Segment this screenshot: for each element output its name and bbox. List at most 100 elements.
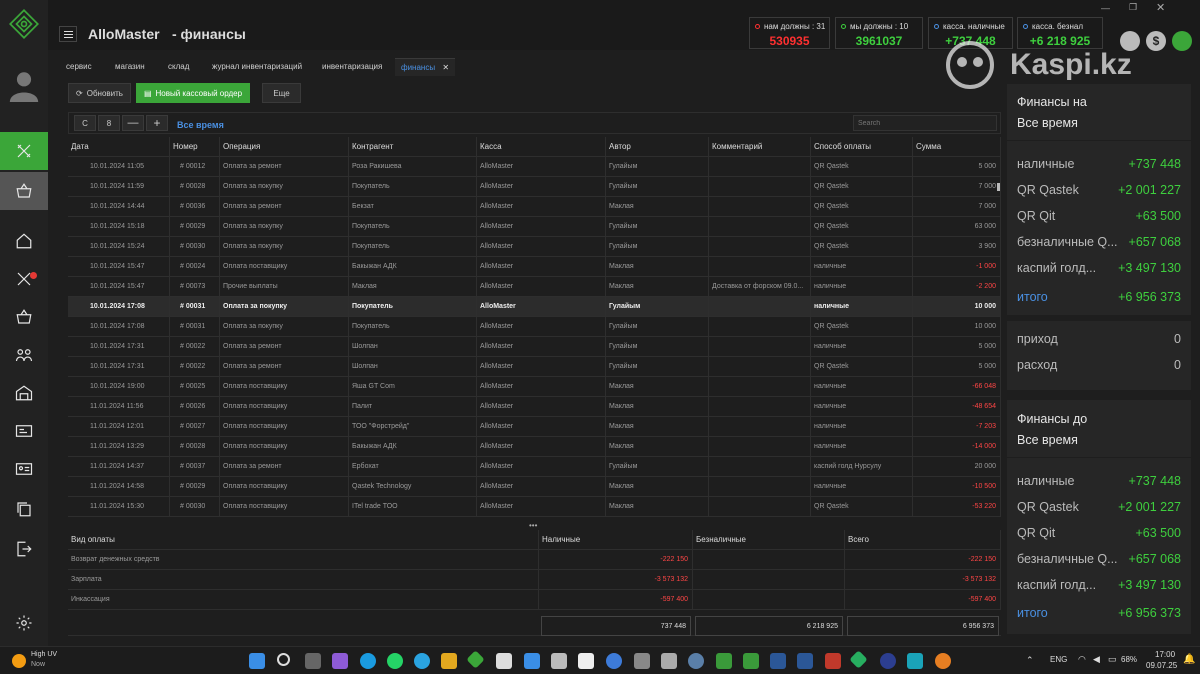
copilot-icon[interactable] [332,653,348,669]
table-row[interactable]: 11.01.2024 13:29 # 00028 Оплата поставщику… [68,437,1001,457]
column-header[interactable]: Автор [606,137,709,157]
app-icon[interactable] [849,650,868,669]
nav-settings[interactable] [0,604,48,642]
table-row[interactable]: 10.01.2024 15:18 # 00029 Оплата за покупку… [68,217,1001,237]
period-link[interactable]: Все время [177,120,224,130]
minus-button[interactable]: — [122,115,144,131]
close-icon[interactable]: ✕ [1156,1,1165,14]
app-icon[interactable] [551,653,567,669]
nav-shop[interactable] [0,172,48,210]
app-icon[interactable] [797,653,813,669]
windows-start-icon[interactable] [249,653,265,669]
app-icon[interactable] [688,653,704,669]
nav-tools-active[interactable] [0,132,48,170]
table-row[interactable]: 10.01.2024 15:24 # 00030 Оплата за покупку… [68,237,1001,257]
table-row[interactable]: 10.01.2024 17:08 # 00031 Оплата за покупку… [68,297,1001,317]
app-icon[interactable] [606,653,622,669]
column-header[interactable]: Номер [170,137,220,157]
column-header[interactable]: Касса [477,137,606,157]
table-row[interactable]: 10.01.2024 11:05 # 00012 Оплата за ремонт Р… [68,157,1001,177]
nav-home[interactable] [0,222,48,260]
refresh-button[interactable]: ⟳ Обновить [68,83,131,103]
chevron-up-icon[interactable]: ⌃ [1026,655,1034,666]
telegram-icon[interactable] [414,653,430,669]
app-icon[interactable] [770,653,786,669]
allomaster-icon[interactable] [466,650,485,669]
search-input[interactable] [853,115,997,131]
edge-icon[interactable] [360,653,376,669]
column-header[interactable]: Сумма [913,137,1001,157]
tab-close-icon[interactable]: ✕ [442,63,449,72]
nav-warehouse[interactable] [0,374,48,412]
clock-time[interactable]: 17:00 [1155,650,1175,659]
app-icon[interactable] [716,653,732,669]
splitter-handle[interactable]: ••• [529,521,537,530]
column-header[interactable]: Комментарий [709,137,811,157]
table-row[interactable]: 10.01.2024 17:31 # 00022 Оплата за ремонт Ш… [68,337,1001,357]
date-from-button[interactable]: С [74,115,96,131]
tab-inventory[interactable]: инвентаризация [322,62,382,71]
nav-service[interactable] [0,260,48,298]
notifications-icon[interactable]: 🔔 [1183,654,1195,665]
table-row[interactable]: 11.01.2024 11:56 # 00026 Оплата поставщику… [68,397,1001,417]
column-header[interactable]: Дата [68,137,170,157]
table-row[interactable]: 10.01.2024 11:59 # 00028 Оплата за покупку… [68,177,1001,197]
table-row[interactable]: 10.01.2024 19:00 # 00025 Оплата поставщику… [68,377,1001,397]
table-row[interactable]: 11.01.2024 15:30 # 00030 Оплата поставщику… [68,497,1001,517]
date-to-button[interactable]: 8 [98,115,120,131]
table-row[interactable]: 10.01.2024 17:08 # 00031 Оплата за покупку… [68,317,1001,337]
battery-icon[interactable]: ▭ [1108,654,1117,665]
wifi-icon[interactable]: ◠ [1078,654,1086,665]
app-icon[interactable] [935,653,951,669]
nav-contacts[interactable] [0,450,48,488]
nav-clients[interactable] [0,336,48,374]
app-icon[interactable] [661,653,677,669]
new-cash-order-button[interactable]: ▤ Новый кассовый ордер [136,83,250,103]
nav-copies[interactable] [0,490,48,528]
nav-cards[interactable] [0,412,48,450]
stat-we-owe[interactable]: мы должны : 10 3961037 [835,17,923,49]
grid-scrollbar[interactable] [997,183,1000,191]
hamburger-menu-icon[interactable] [59,26,77,42]
nav-export[interactable] [0,530,48,568]
more-button[interactable]: Еще [262,83,301,103]
task-view-icon[interactable] [305,653,321,669]
app-icon[interactable] [524,653,540,669]
summary-row[interactable]: Возврат денежных средств -222 150 -222 150 [68,550,1001,570]
column-header[interactable]: Способ оплаты [811,137,913,157]
table-row[interactable]: 11.01.2024 12:01 # 00027 Оплата поставщику… [68,417,1001,437]
weather-title[interactable]: High UV [31,651,57,658]
arduino-icon[interactable] [907,653,923,669]
summary-row[interactable]: Инкассация -597 400 -597 400 [68,590,1001,610]
search-icon[interactable] [277,653,290,666]
whatsapp-icon[interactable] [387,653,403,669]
language-indicator[interactable]: ENG [1050,655,1067,664]
tab-inventory-log[interactable]: журнал инвентаризаций [212,62,302,71]
column-header[interactable]: Операция [220,137,349,157]
filezilla-icon[interactable] [825,653,841,669]
table-row[interactable]: 10.01.2024 14:44 # 00036 Оплата за ремонт Б… [68,197,1001,217]
tab-warehouse[interactable]: склад [168,62,189,71]
file-icon[interactable] [578,653,594,669]
stat-owed-to-us[interactable]: нам должны : 31 530935 [749,17,830,49]
tab-shop[interactable]: магазин [115,62,145,71]
printer-icon[interactable] [634,653,650,669]
table-row[interactable]: 10.01.2024 17:31 # 00022 Оплата за ремонт Ш… [68,357,1001,377]
nav-store[interactable] [0,298,48,336]
user-avatar-icon[interactable] [0,62,48,108]
table-row[interactable]: 10.01.2024 15:47 # 00073 Прочие выплаты Мак… [68,277,1001,297]
table-row[interactable]: 11.01.2024 14:37 # 00037 Оплата за ремонт Е… [68,457,1001,477]
plus-button[interactable]: + [146,115,168,131]
summary-row[interactable]: Зарплата -3 573 132 -3 573 132 [68,570,1001,590]
column-header[interactable]: Контрагент [349,137,477,157]
tab-finance[interactable]: финансы ✕ [395,58,456,76]
notepad-icon[interactable] [496,653,512,669]
restore-icon[interactable]: ❐ [1129,2,1137,13]
sublime-icon[interactable] [441,653,457,669]
app-icon[interactable] [880,653,896,669]
table-row[interactable]: 10.01.2024 15:47 # 00024 Оплата поставщику… [68,257,1001,277]
minimize-icon[interactable]: — [1101,3,1110,13]
volume-icon[interactable]: ◀ [1093,654,1100,665]
clock-date[interactable]: 09.07.25 [1146,661,1177,670]
tab-service[interactable]: сервис [66,62,92,71]
